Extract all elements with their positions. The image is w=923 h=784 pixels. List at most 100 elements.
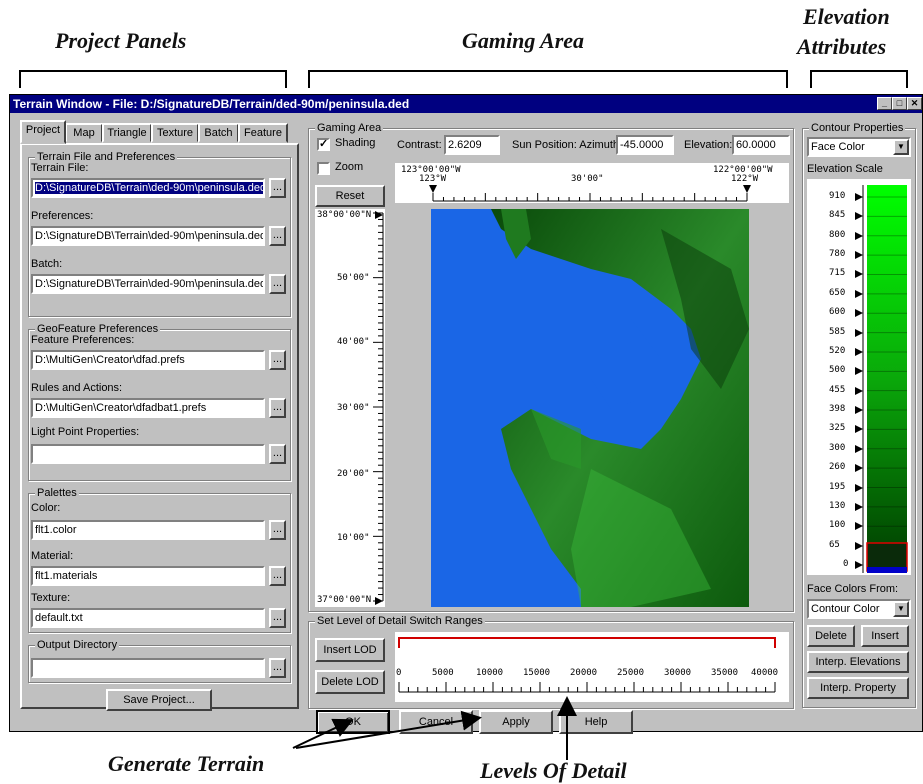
elevation-marker-icon[interactable] — [855, 483, 863, 492]
contour-group-label: Contour Properties — [809, 122, 906, 134]
rules-field[interactable]: D:\MultiGen\Creator\dfadbat1.prefs — [31, 398, 265, 418]
lod-scale-label: 30000 — [664, 668, 692, 678]
tab-map[interactable]: Map — [65, 123, 103, 143]
elevation-marker-icon[interactable] — [855, 212, 863, 221]
save-project-button[interactable]: Save Project... — [106, 689, 212, 711]
contour-mode-dropdown-arrow[interactable]: ▼ — [893, 139, 909, 155]
elevation-marker-icon[interactable] — [855, 328, 863, 337]
lod-group: Set Level of Detail Switch Ranges Insert… — [308, 615, 794, 709]
elevation-level-label: 130 — [829, 500, 846, 511]
close-button[interactable]: ✕ — [907, 97, 922, 110]
preferences-field[interactable]: D:\SignatureDB\Terrain\ded-90m\peninsula… — [31, 226, 265, 246]
apply-button[interactable]: Apply — [479, 710, 553, 734]
shading-checkbox[interactable]: ✓ — [317, 138, 330, 151]
elevation-marker-icon[interactable] — [855, 251, 863, 260]
terrain-map[interactable] — [395, 209, 789, 607]
terrain-file-browse-button[interactable]: ... — [269, 178, 286, 198]
feature-prefs-field[interactable]: D:\MultiGen\Creator\dfad.prefs — [31, 350, 265, 370]
tab-texture[interactable]: Texture — [151, 123, 199, 143]
preferences-label: Preferences: — [31, 210, 94, 222]
contrast-field[interactable]: 2.6209 — [444, 135, 500, 155]
delete-lod-button[interactable]: Delete LOD — [315, 670, 385, 694]
azimuth-field[interactable]: -45.0000 — [616, 135, 674, 155]
texture-field[interactable]: default.txt — [31, 608, 265, 628]
zoom-label: Zoom — [335, 161, 364, 173]
elevation-level-label: 520 — [829, 345, 846, 356]
elevation-marker-icon[interactable] — [855, 444, 863, 453]
elevation-level-label: 715 — [829, 268, 846, 279]
elevation-marker-icon[interactable] — [855, 347, 863, 356]
interp-property-button[interactable]: Interp. Property — [807, 677, 909, 699]
lod-scale-label: 20000 — [570, 668, 598, 678]
maximize-button[interactable]: □ — [892, 97, 907, 110]
elevation-marker-icon[interactable] — [855, 502, 863, 511]
batch-field[interactable]: D:\SignatureDB\Terrain\ded-90m\peninsula… — [31, 274, 265, 294]
elevation-level-label: 65 — [829, 539, 840, 550]
insert-lod-button[interactable]: Insert LOD — [315, 638, 385, 662]
elevation-scale-label: Elevation Scale — [807, 163, 883, 175]
output-directory-group: Output Directory ... — [28, 639, 291, 683]
lod-scale-label: 35000 — [711, 668, 739, 678]
elevation-level-label: 800 — [829, 229, 846, 240]
lod-group-label: Set Level of Detail Switch Ranges — [315, 615, 485, 627]
lod-scale-label: 0 — [396, 668, 402, 678]
feature-prefs-browse-button[interactable]: ... — [269, 350, 286, 370]
minimize-button[interactable]: _ — [877, 97, 892, 110]
preferences-browse-button[interactable]: ... — [269, 226, 286, 246]
tab-triangle[interactable]: Triangle — [102, 123, 152, 143]
tab-project[interactable]: Project — [20, 120, 66, 144]
contour-insert-button[interactable]: Insert — [861, 625, 909, 647]
elevation-level-label: 260 — [829, 462, 846, 473]
zoom-checkbox[interactable] — [317, 162, 330, 175]
elevation-field[interactable]: 60.0000 — [732, 135, 790, 155]
elevation-marker-icon[interactable] — [855, 561, 863, 569]
lod-scale-label: 5000 — [432, 668, 454, 678]
contour-properties-group: Contour Properties Face Color ▼ Elevatio… — [802, 122, 916, 708]
elevation-marker-icon[interactable] — [855, 231, 863, 240]
texture-browse-button[interactable]: ... — [269, 608, 286, 628]
rules-browse-button[interactable]: ... — [269, 398, 286, 418]
tab-batch[interactable]: Batch — [198, 123, 239, 143]
window-title: Terrain Window - File: D:/SignatureDB/Te… — [13, 97, 410, 111]
elevation-level-label: 910 — [829, 191, 846, 201]
terrain-file-field[interactable]: D:\SignatureDB\Terrain\ded-90m\peninsula… — [31, 178, 265, 198]
output-directory-field[interactable] — [31, 658, 265, 678]
elevation-marker-icon[interactable] — [855, 289, 863, 298]
tab-feature[interactable]: Feature — [238, 123, 288, 143]
interp-elevations-button[interactable]: Interp. Elevations — [807, 651, 909, 673]
elevation-level-label: 0 — [843, 559, 849, 569]
elevation-marker-icon[interactable] — [855, 309, 863, 318]
help-button[interactable]: Help — [559, 710, 633, 734]
elevation-scale[interactable]: 910 845 800 780 715 650 600 585 520 500 455 398 325 3… — [807, 179, 911, 575]
bracket-project-panels — [19, 70, 287, 88]
gaming-area-label: Gaming Area — [315, 122, 384, 134]
lod-range-bar — [398, 637, 776, 693]
elevation-marker-icon[interactable] — [855, 541, 863, 550]
light-point-label: Light Point Properties: — [31, 426, 140, 438]
material-browse-button[interactable]: ... — [269, 566, 286, 586]
lod-scale[interactable]: 0 5000 10000 15000 20000 25000 30000 350… — [395, 632, 789, 702]
contour-delete-button[interactable]: Delete — [807, 625, 855, 647]
elevation-marker-icon[interactable] — [855, 270, 863, 279]
terrain-file-group: Terrain File and Preferences Terrain Fil… — [28, 151, 291, 317]
elevation-label: Elevation: — [684, 139, 733, 151]
color-browse-button[interactable]: ... — [269, 520, 286, 540]
light-point-field[interactable] — [31, 444, 265, 464]
face-colors-dropdown-arrow[interactable]: ▼ — [893, 601, 909, 617]
elevation-marker-icon[interactable] — [855, 386, 863, 395]
material-field[interactable]: flt1.materials — [31, 566, 265, 586]
output-browse-button[interactable]: ... — [269, 658, 286, 678]
elevation-marker-icon[interactable] — [855, 464, 863, 473]
ok-button[interactable]: OK — [316, 710, 390, 734]
elevation-marker-icon[interactable] — [855, 367, 863, 376]
reset-button[interactable]: Reset — [315, 185, 385, 207]
light-point-browse-button[interactable]: ... — [269, 444, 286, 464]
lod-scale-label: 40000 — [751, 668, 779, 678]
batch-browse-button[interactable]: ... — [269, 274, 286, 294]
elevation-marker-icon[interactable] — [855, 406, 863, 415]
cancel-button[interactable]: Cancel — [399, 710, 473, 734]
elevation-marker-icon[interactable] — [855, 425, 863, 434]
elevation-marker-icon[interactable] — [855, 193, 863, 201]
color-field[interactable]: flt1.color — [31, 520, 265, 540]
elevation-marker-icon[interactable] — [855, 522, 863, 531]
